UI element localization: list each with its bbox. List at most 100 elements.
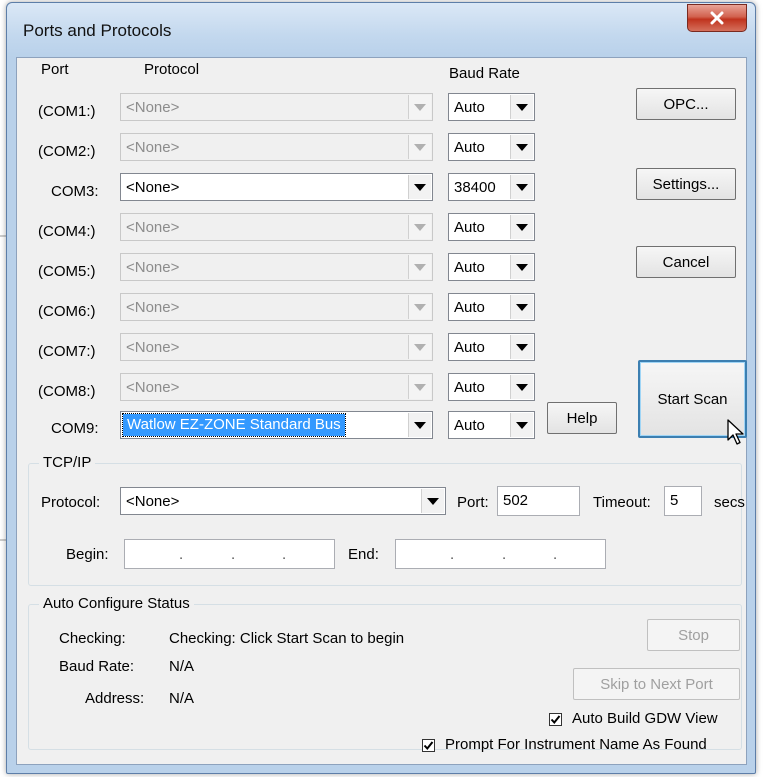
chevron-down-icon — [516, 223, 528, 231]
dropdown-button[interactable] — [510, 135, 533, 159]
dropdown-button[interactable] — [510, 215, 533, 239]
baud-value: Auto — [454, 219, 485, 236]
timeout-label: Timeout: — [593, 494, 651, 511]
stop-button[interactable]: Stop — [647, 619, 740, 651]
dropdown-button[interactable] — [408, 175, 431, 199]
cancel-button[interactable]: Cancel — [636, 246, 736, 278]
protocol-select-com5[interactable]: <None> — [120, 253, 433, 281]
checking-value: Checking: Click Start Scan to begin — [169, 630, 405, 647]
protocol-value: <None> — [126, 259, 180, 276]
dropdown-button[interactable] — [408, 375, 431, 399]
begin-ip-field[interactable]: . . . — [124, 539, 335, 569]
protocol-select-com4[interactable]: <None> — [120, 213, 433, 241]
skip-to-next-port-button[interactable]: Skip to Next Port — [573, 668, 740, 700]
dropdown-button[interactable] — [510, 375, 533, 399]
tcpip-protocol-select[interactable]: <None> — [120, 487, 446, 515]
baud-value: Auto — [454, 139, 485, 156]
dropdown-button[interactable] — [408, 95, 431, 119]
secs-label: secs — [714, 494, 745, 511]
help-button[interactable]: Help — [547, 402, 617, 434]
chevron-down-icon — [414, 421, 426, 429]
end-label: End: — [348, 546, 379, 563]
dropdown-button[interactable] — [510, 175, 533, 199]
close-button[interactable] — [687, 4, 747, 32]
chevron-down-icon — [516, 303, 528, 311]
baud-value: Auto — [454, 299, 485, 316]
baud-rate-column-header: Baud Rate — [449, 65, 520, 82]
protocol-select-com3[interactable]: <None> — [120, 173, 433, 201]
protocol-select-com6[interactable]: <None> — [120, 293, 433, 321]
chevron-down-icon — [414, 383, 426, 391]
protocol-select-com7[interactable]: <None> — [120, 333, 433, 361]
protocol-select-com1[interactable]: <None> — [120, 93, 433, 121]
baud-select-com3[interactable]: 38400 — [448, 173, 535, 201]
baud-select-com8[interactable]: Auto — [448, 373, 535, 401]
checkmark-icon — [550, 715, 561, 725]
baud-select-com4[interactable]: Auto — [448, 213, 535, 241]
auto-build-gdw-view-checkbox[interactable] — [549, 713, 562, 726]
dropdown-button[interactable] — [408, 413, 431, 437]
protocol-column-header: Protocol — [144, 61, 200, 78]
dropdown-button[interactable] — [408, 335, 431, 359]
protocol-value: <None> — [126, 99, 180, 116]
prompt-instrument-name-label: Prompt For Instrument Name As Found — [445, 736, 707, 753]
baud-select-com5[interactable]: Auto — [448, 253, 535, 281]
baud-select-com6[interactable]: Auto — [448, 293, 535, 321]
ports-and-protocols-dialog: Ports and Protocols Port Protocol Baud R… — [6, 2, 756, 774]
tcpip-port-field[interactable]: 502 — [497, 486, 580, 516]
dropdown-button[interactable] — [408, 255, 431, 279]
mouse-pointer-icon — [727, 419, 744, 445]
baud-select-com1[interactable]: Auto — [448, 93, 535, 121]
baud-value: Auto — [454, 417, 485, 434]
dropdown-button[interactable] — [510, 413, 533, 437]
close-icon — [710, 11, 724, 25]
chevron-down-icon — [414, 343, 426, 351]
baud-rate-value: N/A — [169, 658, 195, 675]
prompt-instrument-name-checkbox[interactable] — [422, 739, 435, 752]
protocol-select-com8[interactable]: <None> — [120, 373, 433, 401]
dropdown-button[interactable] — [408, 295, 431, 319]
dropdown-button[interactable] — [510, 255, 533, 279]
port-label-com5: (COM5:) — [38, 263, 96, 280]
checking-label: Checking: — [59, 630, 126, 647]
chevron-down-icon — [427, 497, 439, 505]
dropdown-button[interactable] — [510, 295, 533, 319]
timeout-field[interactable]: 5 — [664, 486, 702, 516]
dropdown-button[interactable] — [510, 335, 533, 359]
end-ip-field[interactable]: . . . — [395, 539, 606, 569]
auto-configure-status-title: Auto Configure Status — [39, 595, 194, 612]
chevron-down-icon — [516, 343, 528, 351]
chevron-down-icon — [516, 263, 528, 271]
baud-value: 38400 — [454, 179, 496, 196]
port-label-com9: COM9: — [51, 420, 99, 437]
chevron-down-icon — [516, 421, 528, 429]
chevron-down-icon — [414, 263, 426, 271]
tcpip-port-label: Port: — [457, 494, 489, 511]
chevron-down-icon — [516, 103, 528, 111]
dropdown-button[interactable] — [408, 135, 431, 159]
address-label: Address: — [85, 690, 145, 707]
baud-select-com7[interactable]: Auto — [448, 333, 535, 361]
protocol-value: <None> — [126, 139, 180, 156]
chevron-down-icon — [516, 183, 528, 191]
dialog-body: Port Protocol Baud Rate (COM1:) <None> A… — [16, 57, 747, 765]
tcpip-protocol-label: Protocol: — [41, 494, 101, 511]
opc-button[interactable]: OPC... — [636, 88, 736, 120]
auto-build-gdw-view-label: Auto Build GDW View — [572, 710, 718, 727]
settings-button[interactable]: Settings... — [636, 168, 736, 200]
port-label-com4: (COM4:) — [38, 223, 96, 240]
baud-value: Auto — [454, 99, 485, 116]
chevron-down-icon — [516, 143, 528, 151]
protocol-value: <None> — [126, 493, 180, 510]
port-label-com2: (COM2:) — [38, 143, 96, 160]
port-value: 502 — [503, 492, 529, 509]
tcpip-group-title: TCP/IP — [39, 454, 96, 471]
protocol-select-com9[interactable]: Watlow EZ-ZONE Standard Bus — [120, 411, 433, 439]
baud-select-com2[interactable]: Auto — [448, 133, 535, 161]
dropdown-button[interactable] — [510, 95, 533, 119]
protocol-select-com2[interactable]: <None> — [120, 133, 433, 161]
dropdown-button[interactable] — [421, 489, 444, 513]
baud-select-com9[interactable]: Auto — [448, 411, 535, 439]
chevron-down-icon — [414, 103, 426, 111]
dropdown-button[interactable] — [408, 215, 431, 239]
